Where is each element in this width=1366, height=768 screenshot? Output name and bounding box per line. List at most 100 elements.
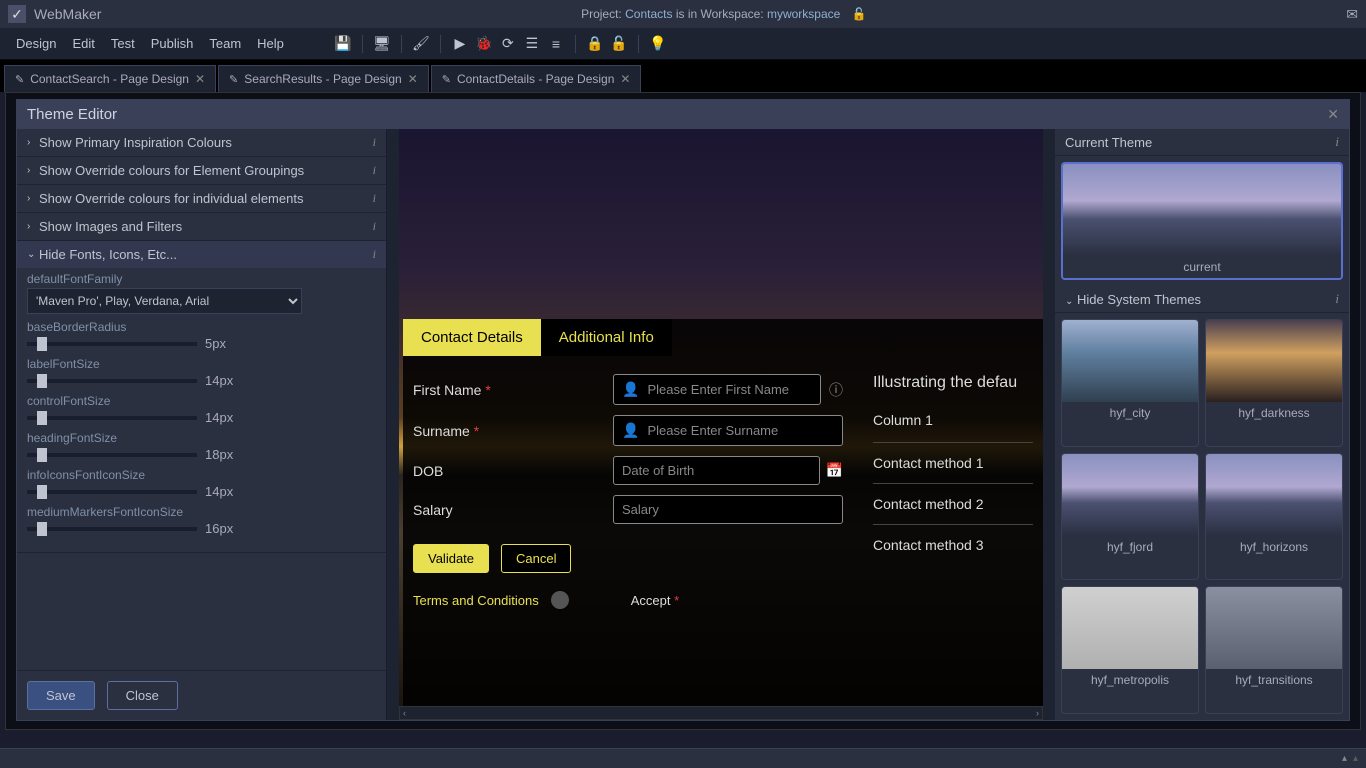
slider-labelFontSize[interactable] xyxy=(27,379,197,383)
chevron-up-icon[interactable]: ▴ xyxy=(1353,753,1358,764)
input-dob[interactable]: Date of Birth xyxy=(613,456,820,485)
info-icon[interactable]: i xyxy=(373,247,376,262)
chevron-right-icon: › xyxy=(27,165,39,176)
input-firstname[interactable]: 👤Please Enter First Name xyxy=(613,374,821,405)
info-icon[interactable]: i xyxy=(373,135,376,150)
dialog-close-icon[interactable]: ✕ xyxy=(1327,106,1339,123)
terms-toggle[interactable] xyxy=(551,591,569,609)
info-icon[interactable]: i xyxy=(1335,291,1339,307)
label-salary: Salary xyxy=(413,502,613,518)
save-icon[interactable]: 💾 xyxy=(332,33,354,55)
info-icon[interactable]: ⓘ xyxy=(829,380,843,400)
chevron-up-icon[interactable]: ▴ xyxy=(1342,753,1347,764)
lock-open-icon[interactable]: 🔓 xyxy=(608,33,630,55)
info-icon[interactable]: i xyxy=(373,163,376,178)
system-themes-header[interactable]: ⌄ Hide System Themes i xyxy=(1055,286,1349,313)
scrollbar[interactable] xyxy=(387,129,399,720)
chevron-down-icon: ⌄ xyxy=(1065,296,1073,307)
tab-contactsearch[interactable]: ✎ ContactSearch - Page Design ✕ xyxy=(4,65,216,92)
slider-headingFontSize[interactable] xyxy=(27,453,197,457)
slider-infoIconsFontIconSize[interactable] xyxy=(27,490,197,494)
tab-additional-info[interactable]: Additional Info xyxy=(541,319,672,356)
theme-thumbnail xyxy=(1063,164,1341,256)
slider-mediumMarkersFontIconSize[interactable] xyxy=(27,527,197,531)
scrollbar[interactable] xyxy=(1043,129,1055,720)
project-info: Project: Contacts is in Workspace: mywor… xyxy=(101,7,1346,21)
theme-sections: ›Show Primary Inspiration Coloursi ›Show… xyxy=(17,129,386,670)
mail-icon[interactable]: ✉ xyxy=(1346,6,1358,23)
brush-icon[interactable]: 🖌 xyxy=(410,33,432,55)
theme-label: hyf_fjord xyxy=(1062,536,1198,558)
user-icon: 👤 xyxy=(622,422,639,439)
tab-searchresults[interactable]: ✎ SearchResults - Page Design ✕ xyxy=(218,65,429,92)
theme-card-hyf_horizons[interactable]: hyf_horizons xyxy=(1205,453,1343,581)
bulb-icon[interactable]: 💡 xyxy=(647,33,669,55)
lock-icon[interactable]: 🔓 xyxy=(852,7,867,21)
section-images-filters[interactable]: ›Show Images and Filtersi xyxy=(17,213,386,240)
close-button[interactable]: Close xyxy=(107,681,178,710)
info-icon[interactable]: i xyxy=(373,219,376,234)
menu-team[interactable]: Team xyxy=(201,36,249,51)
desktop-icon[interactable]: 🖥 xyxy=(371,33,393,55)
theme-thumbnail xyxy=(1062,454,1198,536)
bug-icon[interactable]: 🐞 xyxy=(473,33,495,55)
close-icon[interactable]: ✕ xyxy=(408,72,418,86)
tab-contact-details[interactable]: Contact Details xyxy=(403,319,541,356)
theme-card-hyf_metropolis[interactable]: hyf_metropolis xyxy=(1061,586,1199,714)
section-fonts-icons[interactable]: ⌄Hide Fonts, Icons, Etc...i xyxy=(17,241,386,268)
menubar: Design Edit Test Publish Team Help 💾 🖥 🖌… xyxy=(0,28,1366,60)
project-link[interactable]: Contacts xyxy=(625,7,672,21)
section-override-groupings[interactable]: ›Show Override colours for Element Group… xyxy=(17,157,386,184)
menu-publish[interactable]: Publish xyxy=(143,36,202,51)
calendar-icon[interactable]: 📅 xyxy=(826,462,843,479)
theme-props-panel: ›Show Primary Inspiration Coloursi ›Show… xyxy=(17,129,387,720)
input-surname[interactable]: 👤Please Enter Surname xyxy=(613,415,843,446)
list-icon[interactable]: ☰ xyxy=(521,33,543,55)
theme-card-hyf_darkness[interactable]: hyf_darkness xyxy=(1205,319,1343,447)
app-logo: ✓ xyxy=(8,5,26,23)
validate-button[interactable]: Validate xyxy=(413,544,489,573)
label-surname: Surname * xyxy=(413,423,613,439)
theme-card-hyf_fjord[interactable]: hyf_fjord xyxy=(1061,453,1199,581)
lock-closed-icon[interactable]: 🔒 xyxy=(584,33,606,55)
workspace-link[interactable]: myworkspace xyxy=(767,7,840,21)
chevron-right-icon: › xyxy=(27,137,39,148)
menu-test[interactable]: Test xyxy=(103,36,143,51)
theme-thumbnail xyxy=(1062,320,1198,402)
theme-card-hyf_transitions[interactable]: hyf_transitions xyxy=(1205,586,1343,714)
theme-card-hyf_city[interactable]: hyf_city xyxy=(1061,319,1199,447)
theme-editor-dialog: Theme Editor ✕ ›Show Primary Inspiration… xyxy=(16,99,1350,721)
slider-baseBorderRadius[interactable] xyxy=(27,342,197,346)
prop-label: infoIconsFontIconSize xyxy=(27,468,376,482)
chevron-right-icon: › xyxy=(27,221,39,232)
app-title: WebMaker xyxy=(34,6,101,22)
info-icon[interactable]: i xyxy=(373,191,376,206)
menu-edit[interactable]: Edit xyxy=(64,36,102,51)
cancel-button[interactable]: Cancel xyxy=(501,544,571,573)
stack-icon[interactable]: ≡ xyxy=(545,33,567,55)
info-icon[interactable]: i xyxy=(1335,134,1339,150)
dialog-header: Theme Editor ✕ xyxy=(17,100,1349,129)
prop-label: controlFontSize xyxy=(27,394,376,408)
close-icon[interactable]: ✕ xyxy=(195,72,205,86)
chevron-down-icon: ⌄ xyxy=(27,249,39,260)
refresh-icon[interactable]: ⟳ xyxy=(497,33,519,55)
input-salary[interactable]: Salary xyxy=(613,495,843,524)
slider-controlFontSize[interactable] xyxy=(27,416,197,420)
font-family-select[interactable]: 'Maven Pro', Play, Verdana, Arial xyxy=(27,288,302,314)
play-icon[interactable]: ▶ xyxy=(449,33,471,55)
slider-value: 14px xyxy=(205,410,233,425)
terms-label: Terms and Conditions xyxy=(413,593,539,608)
slider-value: 5px xyxy=(205,336,226,351)
menu-help[interactable]: Help xyxy=(249,36,292,51)
tab-contactdetails[interactable]: ✎ ContactDetails - Page Design ✕ xyxy=(431,65,642,92)
section-primary-colours[interactable]: ›Show Primary Inspiration Coloursi xyxy=(17,129,386,156)
menu-design[interactable]: Design xyxy=(8,36,64,51)
label-dob: DOB xyxy=(413,463,613,479)
horizontal-scrollbar[interactable]: ‹› xyxy=(399,706,1043,720)
current-theme-card[interactable]: current xyxy=(1061,162,1343,280)
close-icon[interactable]: ✕ xyxy=(620,72,630,86)
table-row: Contact method 2 xyxy=(873,483,1033,524)
save-button[interactable]: Save xyxy=(27,681,95,710)
section-override-elements[interactable]: ›Show Override colours for individual el… xyxy=(17,185,386,212)
